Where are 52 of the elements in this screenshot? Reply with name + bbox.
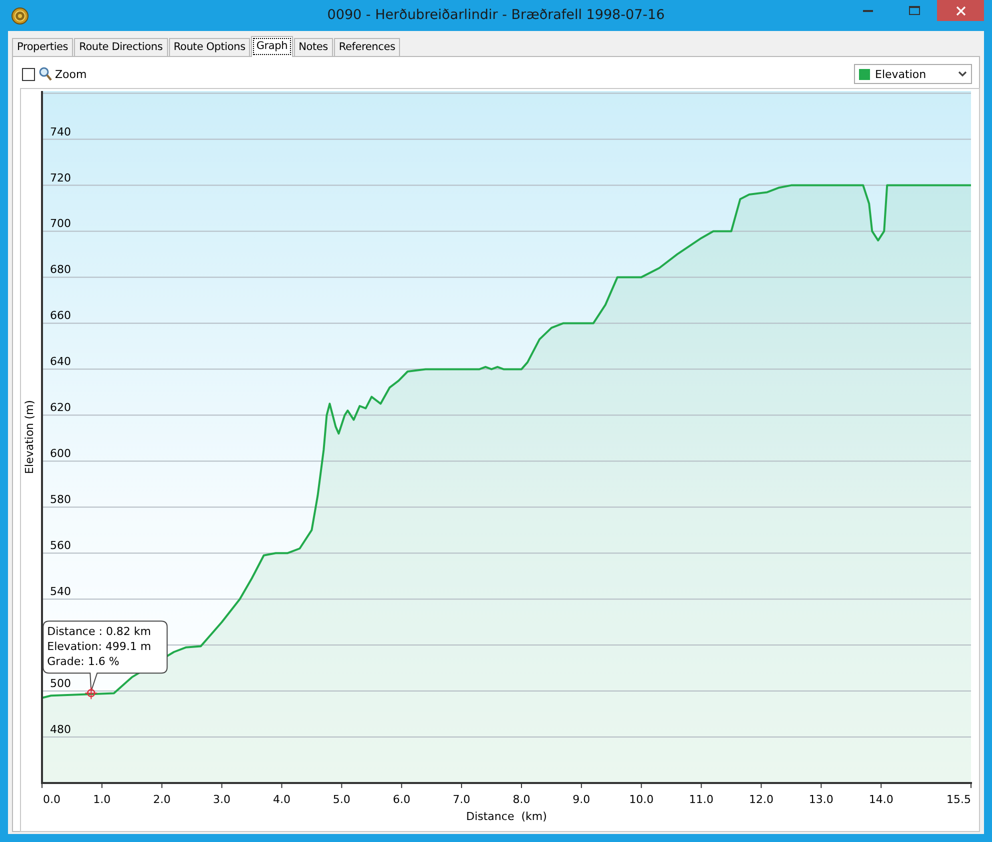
x-tick-label: 14.0: [868, 793, 894, 806]
x-tick-label: 15.5: [946, 793, 971, 806]
tooltip-line: Grade: 1.6 %: [47, 655, 120, 668]
y-tick-label: 600: [50, 447, 71, 460]
y-tick-label: 580: [50, 493, 71, 506]
x-tick-label: 9.0: [572, 793, 590, 806]
y-tick-label: 660: [50, 309, 71, 322]
x-tick-label: 4.0: [273, 793, 290, 806]
x-tick-label: 10.0: [629, 793, 654, 806]
tab[interactable]: References: [334, 38, 400, 56]
zoom-label: Zoom: [55, 68, 87, 80]
app-logo-icon: [11, 6, 29, 24]
y-tick-label: 540: [50, 585, 71, 598]
x-tick-label: 12.0: [748, 793, 774, 806]
y-tick-label: 560: [50, 539, 71, 552]
window-title: 0090 - Herðubreiðarlindir - Bræðrafell 1998-07-16: [327, 7, 665, 23]
close-icon: [956, 6, 966, 16]
tab[interactable]: Notes: [294, 38, 333, 56]
y-tick-label: 480: [50, 723, 71, 736]
caret-icon: [958, 71, 967, 77]
tooltip-line: Elevation: 499.1 m: [47, 640, 152, 654]
y-tick-label: 500: [50, 677, 71, 690]
x-tick-label: 7.0: [452, 793, 470, 806]
series-dropdown[interactable]: Elevation: [854, 64, 972, 84]
tooltip-line: Distance : 0.82 km: [47, 625, 152, 638]
x-axis-title: Distance (km): [466, 810, 547, 823]
y-tick-label: 680: [50, 263, 71, 276]
y-axis-title: Elevation (m): [23, 400, 36, 474]
y-tick-label: 720: [50, 171, 71, 184]
x-tick-label: 5.0: [332, 793, 350, 806]
x-tick-label: 3.0: [213, 793, 231, 806]
x-tick-label: 6.0: [392, 793, 410, 806]
y-tick-label: 700: [50, 217, 71, 230]
x-tick-label: 2.0: [153, 793, 171, 806]
x-tick-label: 1.0: [93, 793, 111, 806]
x-tick-label: 8.0: [512, 793, 530, 806]
close-button[interactable]: [937, 0, 984, 21]
minimize-icon: [863, 9, 873, 12]
zoom-checkbox[interactable]: [22, 68, 35, 80]
tab[interactable]: Properties: [12, 38, 74, 56]
x-tick-label: 0.0: [43, 793, 60, 806]
x-tick-label: 13.0: [808, 793, 834, 806]
x-tick-label: 11.0: [689, 793, 714, 806]
tab[interactable]: Graph: [251, 36, 293, 57]
y-tick-label: 640: [50, 355, 71, 368]
tab[interactable]: Route Options: [168, 38, 250, 56]
tab[interactable]: Route Directions: [74, 38, 168, 56]
magnifier-icon: [39, 67, 52, 81]
y-tick-label: 620: [50, 401, 71, 414]
point-marker-icon: [84, 686, 98, 700]
y-tick-label: 740: [50, 125, 71, 138]
maximize-icon: [908, 6, 920, 15]
